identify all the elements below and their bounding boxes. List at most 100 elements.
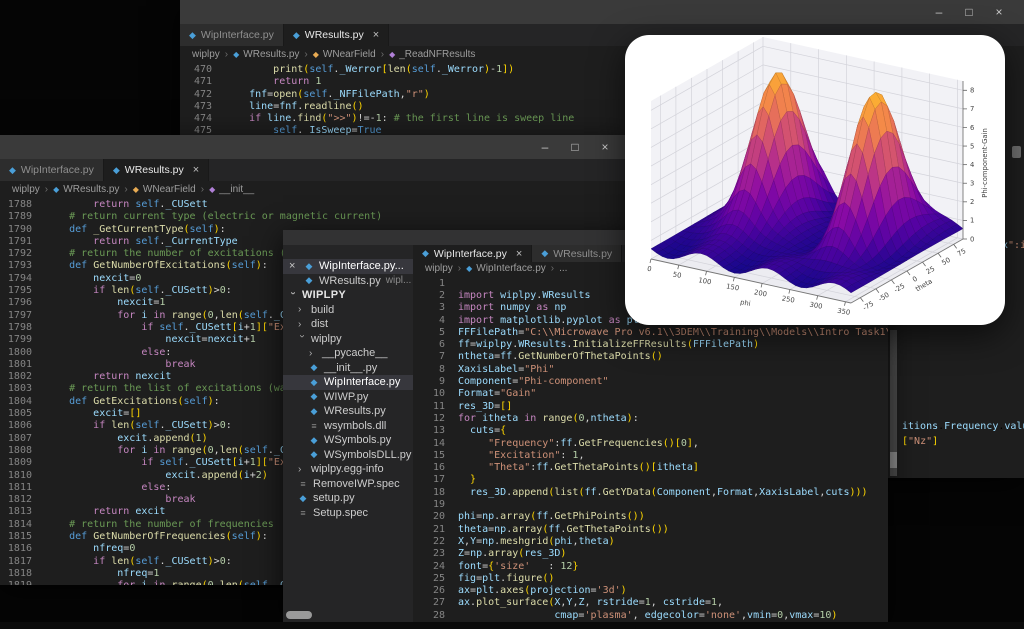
line-number: 1794 xyxy=(0,273,45,285)
tree-item-WResults.py[interactable]: ◆WResults.py xyxy=(283,404,413,419)
open-editor-item-WResults.py[interactable]: ◆WResults.pywipl... xyxy=(283,274,413,289)
screen-bottom-edge xyxy=(0,622,1024,629)
tree-item-wiplpy.egg-info[interactable]: ›wiplpy.egg-info xyxy=(283,462,413,477)
code-line: 1789 # return current type (electric or … xyxy=(0,211,630,223)
maximize-icon[interactable]: □ xyxy=(954,0,984,24)
svg-text:0: 0 xyxy=(911,275,919,284)
tree-root-wiplpy[interactable]: ›WIPLPY xyxy=(283,288,413,303)
maximize-icon[interactable]: □ xyxy=(560,135,590,159)
breadcrumb-item[interactable]: ◆WResults.py xyxy=(233,49,299,60)
minimize-icon[interactable]: – xyxy=(530,135,560,159)
python-file-icon: ◆ xyxy=(304,261,314,272)
line-number: 471 xyxy=(180,76,225,88)
code-line: 19 xyxy=(413,499,888,511)
python-file-icon: ◆ xyxy=(541,248,548,259)
sidebar-scrollbar-thumb[interactable] xyxy=(286,611,312,619)
tree-item-WIWP.py[interactable]: ◆WIWP.py xyxy=(283,390,413,405)
scrollbar[interactable] xyxy=(890,330,897,476)
code-line: 18 res_3D.append(list(ff.GetYData(Compon… xyxy=(413,487,888,499)
breadcrumb-item[interactable]: ◆_ReadNFResults xyxy=(389,49,475,60)
close-tab-icon[interactable]: × xyxy=(516,248,522,260)
breadcrumb-separator-icon: › xyxy=(225,49,228,60)
tab-WipInterface.py[interactable]: ◆WipInterface.py× xyxy=(413,245,532,262)
breadcrumb-item[interactable]: ◆WNearField xyxy=(133,184,196,195)
tree-item-WSymbols.py[interactable]: ◆WSymbols.py xyxy=(283,433,413,448)
line-number: 6 xyxy=(413,339,458,351)
python-file-icon: ◆ xyxy=(9,165,16,176)
tab-WResults.py[interactable]: ◆WResults.py xyxy=(532,245,622,262)
line-number: 1804 xyxy=(0,396,45,408)
tree-item-__init__.py[interactable]: ◆__init__.py xyxy=(283,361,413,376)
line-number: 13 xyxy=(413,425,458,437)
tree-item-__pycache__[interactable]: ›__pycache__ xyxy=(283,346,413,361)
tab-WResults.py[interactable]: ◆WResults.py× xyxy=(284,24,389,46)
svg-text:Phi-component-Gain: Phi-component-Gain xyxy=(981,128,989,198)
tree-item-setup.py[interactable]: ◆setup.py xyxy=(283,491,413,506)
breadcrumb-item[interactable]: wiplpy xyxy=(192,49,220,60)
line-number: 23 xyxy=(413,548,458,560)
line-number: 17 xyxy=(413,474,458,486)
tab-WipInterface.py[interactable]: ◆WipInterface.py xyxy=(180,24,284,46)
line-number: 1810 xyxy=(0,470,45,482)
tree-item-build[interactable]: ›build xyxy=(283,303,413,318)
file-icon: ≡ xyxy=(298,508,308,518)
line-number: 1792 xyxy=(0,248,45,260)
code-line: 16 "Theta":ff.GetThetaPoints()[itheta] xyxy=(413,462,888,474)
close-tab-icon[interactable]: × xyxy=(193,164,199,176)
line-number: 27 xyxy=(413,597,458,609)
breadcrumb-item[interactable]: ◆WResults.py xyxy=(53,184,119,195)
breadcrumb-item[interactable]: wiplpy xyxy=(425,263,453,274)
python-file-icon: ◆ xyxy=(309,449,319,460)
close-icon[interactable]: × xyxy=(984,0,1014,24)
svg-text:-75: -75 xyxy=(862,300,876,312)
line-number: 3 xyxy=(413,302,458,314)
close-icon[interactable]: × xyxy=(590,135,620,159)
breadcrumb-item[interactable]: ... xyxy=(559,263,567,274)
tree-item-RemoveIWP.spec[interactable]: ≡RemoveIWP.spec xyxy=(283,477,413,492)
minimize-icon[interactable]: – xyxy=(924,0,954,24)
titlebar[interactable]: – □ × xyxy=(180,0,1024,24)
breadcrumb-item[interactable]: wiplpy xyxy=(12,184,40,195)
tree-item-WipInterface.py[interactable]: ◆WipInterface.py xyxy=(283,375,413,390)
scrollbar-thumb[interactable] xyxy=(890,452,897,468)
breadcrumb-item[interactable]: ◆__init__ xyxy=(209,184,254,195)
tree-item-wsymbols.dll[interactable]: ≡wsymbols.dll xyxy=(283,419,413,434)
line-number: 8 xyxy=(413,364,458,376)
close-icon[interactable]: × xyxy=(289,260,299,272)
code-line: 22X,Y=np.meshgrid(phi,theta) xyxy=(413,536,888,548)
code-line: 13 cuts={ xyxy=(413,425,888,437)
code-editor[interactable]: 12import wiplpy.WResults3import numpy as… xyxy=(413,275,888,622)
line-number: 1819 xyxy=(0,580,45,585)
code-line: 8XaxisLabel="Phi" xyxy=(413,364,888,376)
breadcrumb[interactable]: wiplpy›◆WResults.py›◆WNearField›◆__init_… xyxy=(0,181,630,197)
close-tab-icon[interactable]: × xyxy=(373,29,379,41)
line-number: 1795 xyxy=(0,285,45,297)
open-editor-item-WipInterface.py...[interactable]: ×◆WipInterface.py... xyxy=(283,259,413,274)
tree-item-wiplpy[interactable]: ›wiplpy xyxy=(283,332,413,347)
tab-WResults.py[interactable]: ◆WResults.py× xyxy=(104,159,209,181)
tree-item-WSymbolsDLL.py[interactable]: ◆WSymbolsDLL.py xyxy=(283,448,413,463)
line-number: 1790 xyxy=(0,224,45,236)
line-number: 1791 xyxy=(0,236,45,248)
file-symbol-icon: ◆ xyxy=(53,185,59,194)
line-number: 25 xyxy=(413,573,458,585)
tab-WipInterface.py[interactable]: ◆WipInterface.py xyxy=(0,159,104,181)
svg-text:1: 1 xyxy=(970,217,974,225)
tab-bar: ◆WipInterface.py◆WResults.py× xyxy=(0,159,630,181)
code-line: 26ax=plt.axes(projection='3d') xyxy=(413,585,888,597)
tab-label: WipInterface.py xyxy=(434,248,507,260)
svg-text:75: 75 xyxy=(956,247,967,258)
breadcrumb-item[interactable]: ◆WipInterface.py xyxy=(466,263,546,274)
line-number: 26 xyxy=(413,585,458,597)
titlebar[interactable]: – □ × xyxy=(0,135,630,159)
tree-item-Setup.spec[interactable]: ≡Setup.spec xyxy=(283,506,413,521)
breadcrumb-separator-icon: › xyxy=(551,263,554,274)
window-controls: – □ × xyxy=(924,0,1024,24)
code-line: 20phi=np.array(ff.GetPhiPoints()) xyxy=(413,511,888,523)
line-number: 4 xyxy=(413,315,458,327)
line-number: 1813 xyxy=(0,506,45,518)
tree-item-dist[interactable]: ›dist xyxy=(283,317,413,332)
breadcrumb-item[interactable]: ◆WNearField xyxy=(313,49,376,60)
method-symbol-icon: ◆ xyxy=(389,50,395,59)
code-line: 9Component="Phi-component" xyxy=(413,376,888,388)
